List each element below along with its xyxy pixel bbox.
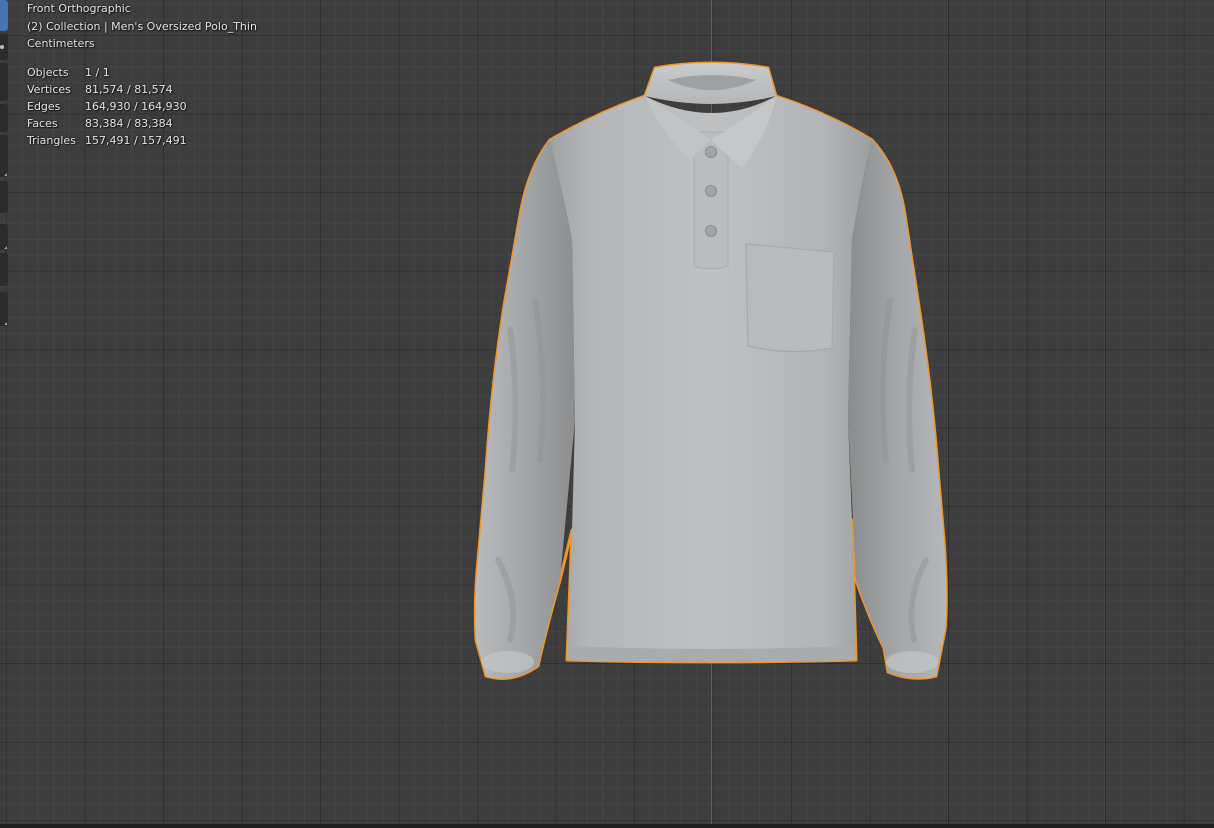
viewport-info-overlay: Front Orthographic (2) Collection | Men'… xyxy=(27,0,257,149)
stat-label: Triangles xyxy=(27,133,76,147)
bottom-border xyxy=(0,824,1214,828)
stat-label: Faces xyxy=(27,116,58,130)
units-label: Centimeters xyxy=(27,37,95,50)
collection-label: (2) Collection | Men's Oversized Polo_Th… xyxy=(27,19,257,33)
stat-label: Objects xyxy=(27,65,69,79)
stat-value: 83,384 / 83,384 xyxy=(85,116,173,130)
tool-shelf xyxy=(0,0,9,330)
view-name: Front Orthographic xyxy=(27,2,131,15)
transform-icon[interactable] xyxy=(0,181,8,213)
statistics-table: Objects 1 / 1 Vertices 81,574 / 81,574 E… xyxy=(27,64,187,149)
select-box-icon[interactable] xyxy=(0,0,8,31)
rotate-icon[interactable] xyxy=(0,104,8,132)
scale-icon[interactable] xyxy=(0,135,8,177)
move-icon[interactable] xyxy=(0,63,8,101)
right-sleeve xyxy=(848,140,947,679)
stat-row: Objects 1 / 1 xyxy=(27,64,187,81)
add-cube-icon[interactable] xyxy=(0,292,8,326)
chest-pocket xyxy=(745,243,835,353)
stat-label: Edges xyxy=(27,99,61,113)
stat-row: Edges 164,930 / 164,930 xyxy=(27,98,187,115)
stat-row: Faces 83,384 / 83,384 xyxy=(27,115,187,132)
stat-value: 164,930 / 164,930 xyxy=(85,99,187,113)
stat-label: Vertices xyxy=(27,82,71,96)
stat-row: Triangles 157,491 / 157,491 xyxy=(27,132,187,149)
3d-viewport[interactable]: Front Orthographic (2) Collection | Men'… xyxy=(0,0,1214,828)
stat-row: Vertices 81,574 / 81,574 xyxy=(27,81,187,98)
annotate-icon[interactable] xyxy=(0,224,8,250)
measure-icon[interactable] xyxy=(0,253,8,286)
cursor-icon[interactable] xyxy=(0,34,8,60)
stat-value: 157,491 / 157,491 xyxy=(85,133,187,147)
stat-value: 1 / 1 xyxy=(85,65,110,79)
stat-value: 81,574 / 81,574 xyxy=(85,82,173,96)
